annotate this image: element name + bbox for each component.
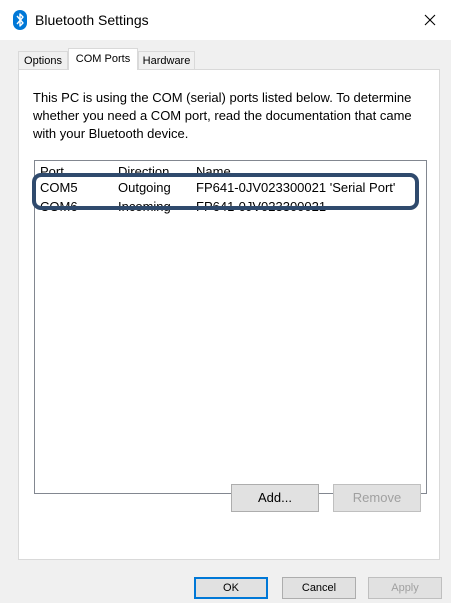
close-icon bbox=[424, 14, 436, 26]
com-ports-description: This PC is using the COM (serial) ports … bbox=[33, 90, 412, 141]
com-ports-panel: This PC is using the COM (serial) ports … bbox=[18, 69, 440, 560]
remove-button[interactable]: Remove bbox=[333, 484, 421, 512]
bluetooth-settings-window: Bluetooth Settings Options COM Ports Har… bbox=[0, 0, 451, 603]
tab-hardware[interactable]: Hardware bbox=[138, 51, 195, 69]
add-button[interactable]: Add... bbox=[231, 484, 319, 512]
com-ports-list[interactable]: Port Direction Name COM5 Outgoing FP641-… bbox=[34, 160, 427, 494]
window-title: Bluetooth Settings bbox=[35, 12, 149, 28]
bluetooth-icon bbox=[13, 10, 27, 30]
close-button[interactable] bbox=[409, 0, 451, 40]
ok-button[interactable]: OK bbox=[194, 577, 268, 599]
tab-options[interactable]: Options bbox=[18, 51, 68, 69]
selection-highlight bbox=[32, 173, 419, 210]
tab-com-ports[interactable]: COM Ports bbox=[68, 48, 138, 70]
title-bar: Bluetooth Settings bbox=[0, 0, 451, 40]
apply-button[interactable]: Apply bbox=[368, 577, 442, 599]
cancel-button[interactable]: Cancel bbox=[282, 577, 356, 599]
